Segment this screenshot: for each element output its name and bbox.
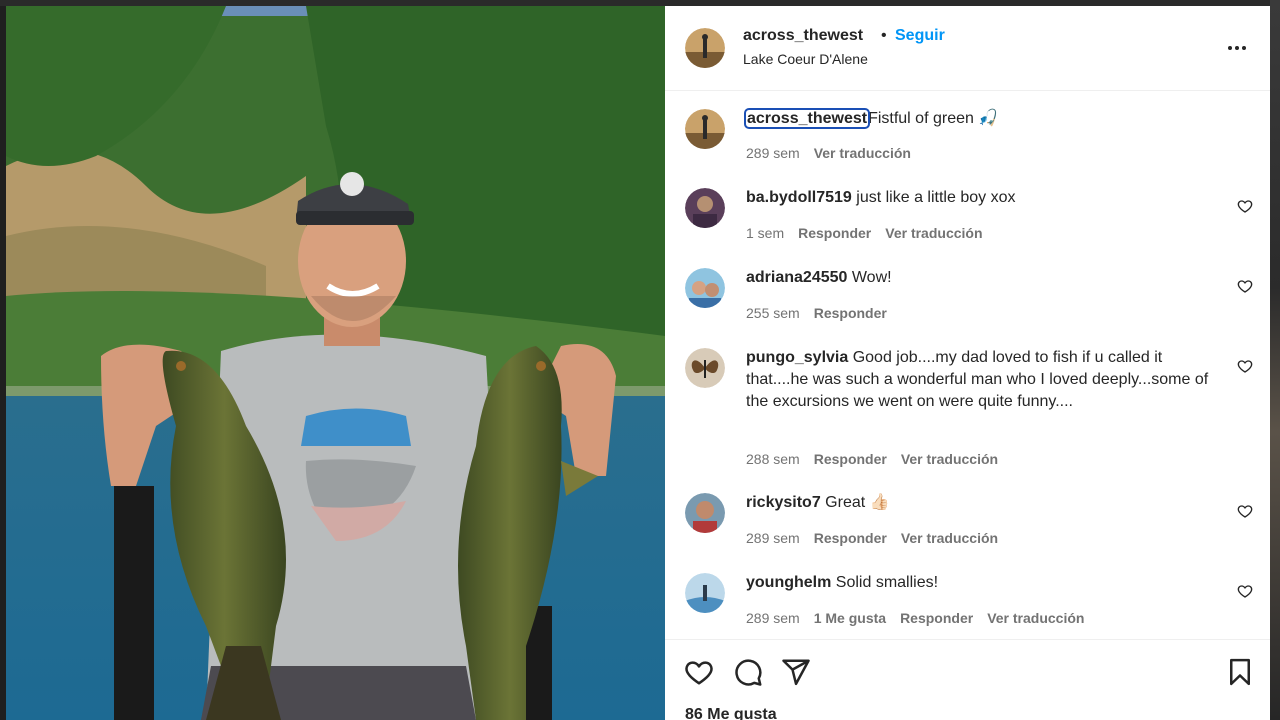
comment-username[interactable]: younghelm: [746, 574, 831, 591]
comment-meta: 1 sem Responder Ver traducción: [746, 225, 997, 241]
avatar[interactable]: [685, 109, 725, 149]
avatar-image: [685, 109, 725, 149]
comment-text-row: younghelm Solid smallies!: [746, 572, 1216, 594]
comment-text: just like a little boy xox: [856, 189, 1016, 206]
reply-button[interactable]: Responder: [798, 225, 871, 241]
heart-icon[interactable]: [1237, 198, 1253, 214]
post-photo[interactable]: [6, 6, 665, 720]
avatar-image: [685, 493, 725, 533]
heart-icon[interactable]: [1237, 503, 1253, 519]
send-icon[interactable]: [781, 657, 811, 687]
heart-icon[interactable]: [1237, 278, 1253, 294]
comment-icon[interactable]: [733, 657, 763, 687]
comment-text-row: rickysito7 Great 👍🏻: [746, 492, 1216, 514]
comment-time[interactable]: 289 sem: [746, 530, 800, 546]
post-author-username[interactable]: across_thewest: [743, 27, 863, 45]
comment-meta: 289 sem 1 Me gusta Responder Ver traducción: [746, 610, 1098, 626]
heart-icon[interactable]: [684, 657, 714, 687]
caption-username[interactable]: across_thewest: [743, 108, 871, 129]
translate-button[interactable]: Ver traducción: [987, 610, 1084, 626]
separator-dot: •: [881, 27, 887, 44]
comments-list[interactable]: across_thewestFistful of green 🎣 289 sem…: [665, 91, 1270, 639]
avatar[interactable]: [685, 188, 725, 228]
caption-text-row: across_thewestFistful of green 🎣: [743, 108, 1216, 130]
avatar[interactable]: [685, 28, 725, 68]
comment-meta: 288 sem Responder Ver traducción: [746, 451, 1012, 467]
butterfly-avatar-image: [685, 348, 725, 388]
avatar-image: [685, 28, 725, 68]
translate-button[interactable]: Ver traducción: [901, 530, 998, 546]
reply-button[interactable]: Responder: [814, 305, 887, 321]
post-location[interactable]: Lake Coeur D'Alene: [743, 51, 868, 67]
avatar[interactable]: [685, 348, 725, 388]
avatar[interactable]: [685, 573, 725, 613]
comment-text-row: adriana24550 Wow!: [746, 267, 1216, 289]
avatar-image: [685, 268, 725, 308]
comment-username[interactable]: pungo_sylvia: [746, 349, 848, 366]
post-detail-panel: across_thewest • Seguir Lake Coeur D'Ale…: [665, 6, 1270, 720]
avatar[interactable]: [685, 493, 725, 533]
more-horizontal-icon[interactable]: [1225, 36, 1249, 60]
caption-meta: 289 sem Ver traducción: [746, 145, 925, 161]
translate-button[interactable]: Ver traducción: [814, 145, 911, 161]
caption-time[interactable]: 289 sem: [746, 145, 800, 161]
comment-text: Solid smallies!: [835, 574, 939, 591]
comment-time[interactable]: 289 sem: [746, 610, 800, 626]
comment-text: Great 👍🏻: [825, 494, 890, 511]
caption-text: Fistful of green 🎣: [868, 110, 999, 127]
comment-likes-count[interactable]: 1 Me gusta: [814, 610, 886, 626]
translate-button[interactable]: Ver traducción: [901, 451, 998, 467]
follow-button[interactable]: Seguir: [895, 27, 945, 45]
comment-time[interactable]: 255 sem: [746, 305, 800, 321]
backdrop-next-post[interactable]: [1270, 0, 1280, 720]
likes-count[interactable]: 86 Me gusta: [685, 706, 777, 720]
avatar-image: [685, 573, 725, 613]
fisherman-photo-illustration: [6, 6, 665, 720]
reply-button[interactable]: Responder: [900, 610, 973, 626]
comment-meta: 289 sem Responder Ver traducción: [746, 530, 1012, 546]
avatar[interactable]: [685, 268, 725, 308]
comment-username[interactable]: ba.bydoll7519: [746, 189, 852, 206]
comment-meta: 255 sem Responder: [746, 305, 901, 321]
comment-text-row: ba.bydoll7519 just like a little boy xox: [746, 187, 1216, 209]
comment-time[interactable]: 1 sem: [746, 225, 784, 241]
comment-time[interactable]: 288 sem: [746, 451, 800, 467]
avatar-image: [685, 188, 725, 228]
reply-button[interactable]: Responder: [814, 451, 887, 467]
translate-button[interactable]: Ver traducción: [885, 225, 982, 241]
post-header: across_thewest • Seguir Lake Coeur D'Ale…: [665, 6, 1270, 91]
comment-username[interactable]: adriana24550: [746, 269, 847, 286]
bookmark-icon[interactable]: [1225, 657, 1255, 687]
heart-icon[interactable]: [1237, 583, 1253, 599]
heart-icon[interactable]: [1237, 358, 1253, 374]
comment-username[interactable]: rickysito7: [746, 494, 821, 511]
comment-text-row: pungo_sylvia Good job....my dad loved to…: [746, 347, 1216, 413]
post-actions-bar: 86 Me gusta: [665, 639, 1270, 720]
comment-text: Wow!: [851, 269, 892, 286]
reply-button[interactable]: Responder: [814, 530, 887, 546]
